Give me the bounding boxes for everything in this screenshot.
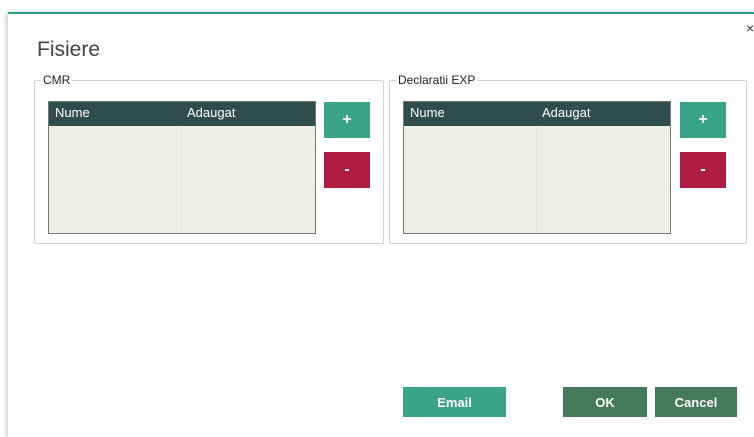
declaratii-exp-list-body[interactable]	[404, 126, 670, 233]
dialog-title: Fisiere	[37, 38, 101, 61]
declaratii-exp-remove-button[interactable]: -	[680, 152, 726, 188]
declaratii-exp-group: Declaratii EXP Nume Adaugat + -	[389, 73, 747, 244]
email-button[interactable]: Email	[403, 387, 506, 417]
cmr-list-body[interactable]	[49, 126, 315, 233]
declaratii-exp-group-legend: Declaratii EXP	[396, 73, 478, 87]
column-divider	[536, 126, 537, 233]
cmr-remove-button[interactable]: -	[324, 152, 370, 188]
cmr-list-header: Nume Adaugat	[49, 102, 315, 126]
column-header-nume[interactable]: Nume	[49, 102, 181, 126]
cmr-group: CMR Nume Adaugat + -	[34, 73, 384, 244]
column-divider	[181, 126, 182, 233]
declaratii-exp-list-header: Nume Adaugat	[404, 102, 670, 126]
cmr-group-legend: CMR	[41, 73, 73, 87]
files-dialog: × Fisiere CMR Nume Adaugat + - Declarati…	[8, 12, 754, 437]
ok-button[interactable]: OK	[563, 387, 647, 417]
column-header-adaugat[interactable]: Adaugat	[536, 102, 670, 126]
cmr-add-button[interactable]: +	[324, 102, 370, 138]
close-icon[interactable]: ×	[746, 22, 754, 34]
column-header-nume[interactable]: Nume	[404, 102, 536, 126]
declaratii-exp-file-list[interactable]: Nume Adaugat	[403, 101, 671, 234]
column-header-adaugat[interactable]: Adaugat	[181, 102, 315, 126]
declaratii-exp-add-button[interactable]: +	[680, 102, 726, 138]
cancel-button[interactable]: Cancel	[655, 387, 737, 417]
cmr-file-list[interactable]: Nume Adaugat	[48, 101, 316, 234]
